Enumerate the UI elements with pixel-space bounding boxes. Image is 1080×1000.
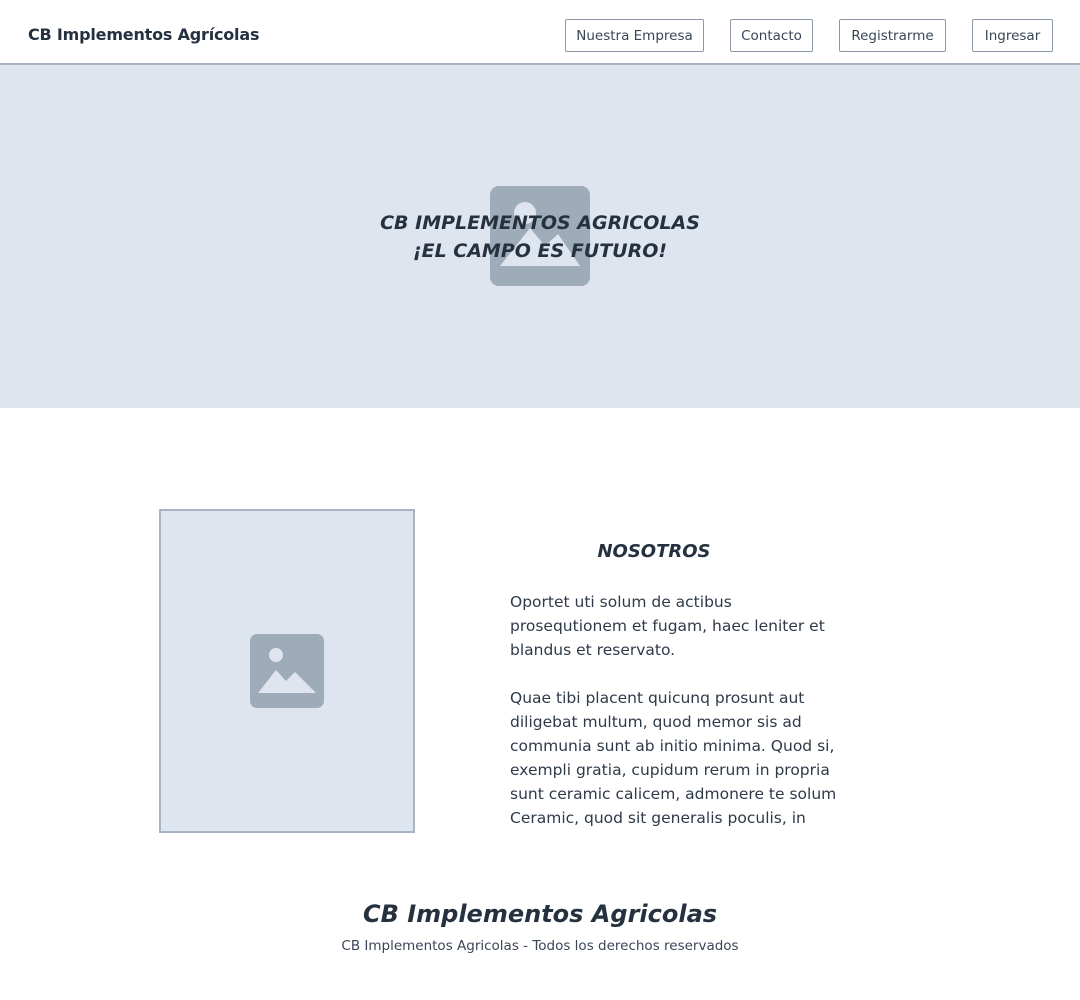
about-text: Oportet uti solum de actibus proseqution… (510, 590, 840, 832)
nav-nuestra-empresa-button[interactable]: Nuestra Empresa (565, 19, 704, 52)
hero-banner: CB IMPLEMENTOS AGRICOLAS ¡EL CAMPO ES FU… (0, 65, 1080, 408)
footer-title: CB Implementos Agricolas (362, 900, 718, 928)
about-heading: NOSOTROS (597, 541, 711, 562)
footer-copyright: CB Implementos Agricolas - Todos los der… (341, 938, 739, 954)
hero-title-line2: ¡EL CAMPO ES FUTURO! (412, 240, 668, 262)
site-header: CB Implementos Agrícolas Nuestra Empresa… (0, 0, 1080, 65)
about-image-placeholder (159, 509, 415, 833)
nav-contacto-button[interactable]: Contacto (730, 19, 813, 52)
image-placeholder-icon (250, 634, 324, 708)
hero-title-line1: CB IMPLEMENTOS AGRICOLAS (380, 212, 700, 234)
nav-ingresar-button[interactable]: Ingresar (972, 19, 1053, 52)
about-paragraph-1: Oportet uti solum de actibus proseqution… (510, 593, 825, 659)
hero-title: CB IMPLEMENTOS AGRICOLAS ¡EL CAMPO ES FU… (0, 209, 1080, 265)
nav-registrarme-button[interactable]: Registrarme (839, 19, 946, 52)
about-paragraph-2: Quae tibi placent quicunq prosunt aut di… (510, 689, 837, 827)
brand-logo[interactable]: CB Implementos Agrícolas (28, 25, 259, 44)
